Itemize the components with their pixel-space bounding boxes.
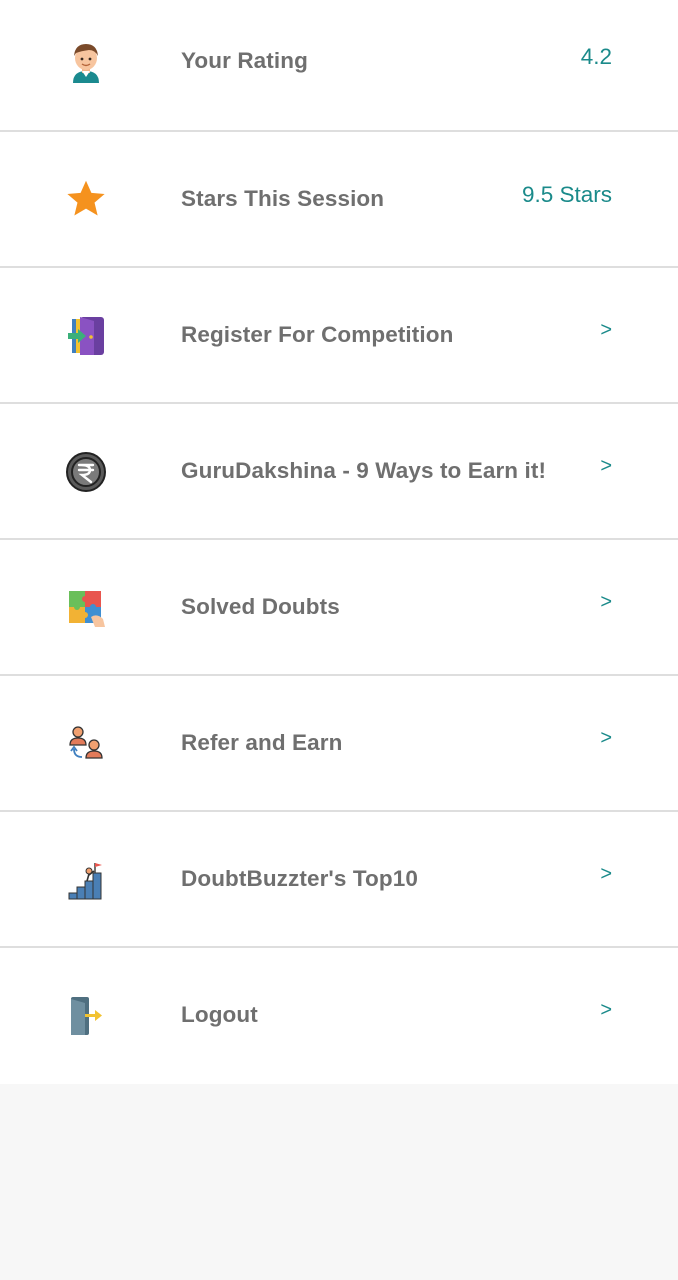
chevron-right-icon: >	[600, 727, 612, 749]
door-enter-icon	[64, 314, 108, 358]
leaderboard-flag-icon	[64, 858, 108, 902]
chevron-right-icon: >	[600, 455, 612, 477]
menu-row-register-competition[interactable]: Register For Competition >	[0, 268, 678, 404]
chevron-right-icon: >	[600, 591, 612, 613]
menu-row-gurudakshina[interactable]: GuruDakshina - 9 Ways to Earn it! >	[0, 404, 678, 540]
puzzle-icon	[64, 586, 108, 630]
menu-row-stars-this-session[interactable]: Stars This Session 9.5 Stars	[0, 132, 678, 268]
chevron-right-icon: >	[600, 319, 612, 341]
menu-row-solved-doubts[interactable]: Solved Doubts >	[0, 540, 678, 676]
menu-label: Logout	[181, 1002, 258, 1027]
logout-door-icon	[64, 994, 108, 1038]
menu-label: Register For Competition	[181, 322, 454, 347]
menu-row-logout[interactable]: Logout >	[0, 948, 678, 1084]
empty-background	[0, 1084, 678, 1271]
menu-label: Refer and Earn	[181, 730, 343, 755]
menu-label: Stars This Session	[181, 186, 385, 211]
stars-value: 9.5 Stars	[521, 182, 612, 207]
chevron-right-icon: >	[600, 863, 612, 885]
chevron-right-icon: >	[600, 999, 612, 1021]
menu-row-refer-and-earn[interactable]: Refer and Earn >	[0, 676, 678, 812]
menu-label: DoubtBuzzter's Top10	[181, 866, 418, 891]
rating-value: 4.2	[580, 44, 612, 69]
menu-row-top10[interactable]: DoubtBuzzter's Top10 >	[0, 812, 678, 948]
profile-menu: Your Rating 4.2 Stars This Session 9.5 S…	[0, 0, 678, 1084]
menu-row-your-rating[interactable]: Your Rating 4.2	[0, 0, 678, 132]
star-icon	[64, 177, 108, 221]
refer-people-icon	[64, 722, 108, 766]
menu-label: Your Rating	[181, 48, 308, 73]
rupee-coin-icon	[64, 450, 108, 494]
menu-label: Solved Doubts	[181, 594, 340, 619]
user-avatar-icon	[64, 40, 108, 84]
menu-label: GuruDakshina - 9 Ways to Earn it!	[181, 458, 547, 483]
